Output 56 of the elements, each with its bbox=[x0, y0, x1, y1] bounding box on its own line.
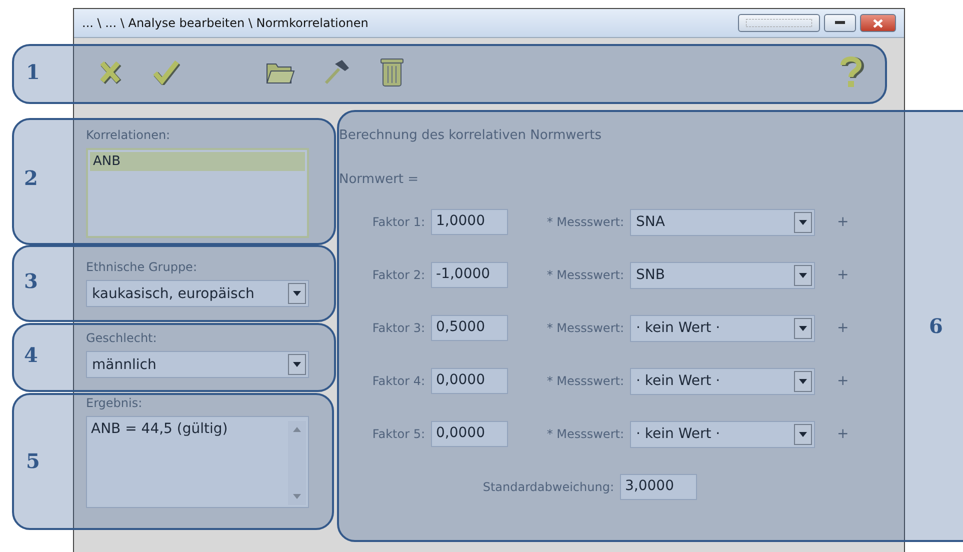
formula-label: Normwert = bbox=[339, 172, 420, 187]
std-dev-label: Standardabweichung: bbox=[482, 480, 615, 494]
measure-dropdown[interactable]: · kein Wert · bbox=[630, 314, 815, 342]
measure-label: * Messswert: bbox=[546, 374, 625, 388]
ethnic-group-dropdown[interactable]: kaukasisch, europäisch bbox=[86, 280, 309, 307]
factor-input[interactable]: 0,0000 bbox=[431, 421, 508, 447]
factor-label: Faktor 3: bbox=[371, 321, 426, 335]
measure-dropdown[interactable]: · kein Wert · bbox=[630, 368, 815, 394]
factor-label: Faktor 5: bbox=[371, 427, 426, 441]
callout-number: 6 bbox=[929, 314, 943, 338]
keyboard-icon bbox=[746, 19, 812, 27]
factor-label: Faktor 4: bbox=[371, 374, 426, 388]
sex-dropdown[interactable]: männlich bbox=[86, 351, 309, 378]
callout-number: 2 bbox=[24, 166, 38, 190]
measure-label: * Messswert: bbox=[546, 268, 625, 282]
measure-dropdown[interactable]: SNA bbox=[630, 208, 815, 236]
minimize-icon bbox=[835, 21, 845, 25]
question-mark-icon bbox=[838, 55, 864, 89]
field-label: Korrelationen: bbox=[86, 128, 172, 142]
result-text-area[interactable]: ANB = 44,5 (gültig) bbox=[86, 416, 309, 508]
callout-number: 3 bbox=[24, 269, 38, 293]
factor-label: Faktor 1: bbox=[371, 215, 426, 229]
field-label: Geschlecht: bbox=[86, 331, 158, 345]
plus-sign: + bbox=[837, 267, 849, 283]
callout-number: 4 bbox=[24, 343, 38, 367]
measure-label: * Messswert: bbox=[546, 427, 625, 441]
field-label: Ethnische Gruppe: bbox=[86, 260, 198, 274]
plus-sign: + bbox=[837, 214, 849, 230]
factor-input[interactable]: -1,0000 bbox=[431, 262, 508, 288]
trash-can-icon bbox=[380, 56, 404, 88]
callout-number: 1 bbox=[26, 60, 40, 84]
factor-input[interactable]: 0,0000 bbox=[431, 368, 508, 394]
list-item[interactable]: ANB bbox=[90, 152, 305, 171]
plus-sign: + bbox=[837, 426, 849, 442]
plus-sign: + bbox=[837, 320, 849, 336]
plus-sign: + bbox=[837, 373, 849, 389]
result-text: ANB = 44,5 (gültig) bbox=[91, 421, 228, 439]
measure-dropdown[interactable]: · kein Wert · bbox=[630, 420, 815, 448]
callout-number: 5 bbox=[26, 449, 40, 473]
factor-input[interactable]: 0,5000 bbox=[431, 315, 508, 341]
section-title: Berechnung des korrelativen Normwerts bbox=[339, 128, 602, 143]
keyboard-button[interactable] bbox=[738, 14, 820, 32]
hammer-icon bbox=[322, 58, 350, 86]
measure-label: * Messswert: bbox=[546, 321, 625, 335]
close-button[interactable] bbox=[860, 14, 896, 32]
window-title: ... \ ... \ Analyse bearbeiten \ Normkorrelationen bbox=[82, 16, 370, 30]
minimize-button[interactable] bbox=[824, 14, 856, 32]
factor-label: Faktor 2: bbox=[371, 268, 426, 282]
measure-dropdown[interactable]: SNB bbox=[630, 262, 815, 288]
std-dev-input[interactable]: 3,0000 bbox=[620, 474, 697, 500]
field-label: Ergebnis: bbox=[86, 396, 144, 410]
checkmark-icon bbox=[152, 59, 180, 85]
close-icon bbox=[873, 18, 883, 28]
factor-input[interactable]: 1,0000 bbox=[431, 209, 508, 235]
measure-label: * Messswert: bbox=[546, 215, 625, 229]
cross-icon bbox=[98, 60, 122, 84]
